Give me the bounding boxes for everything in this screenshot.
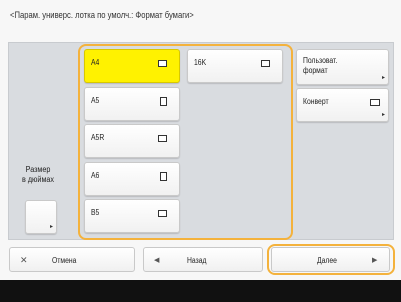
landscape-paper-icon <box>261 60 270 67</box>
envelope-button[interactable]: Конверт ▸ <box>296 88 389 122</box>
custom-format-label-line1: Пользоват. <box>303 56 338 65</box>
status-bar <box>0 280 401 302</box>
paper-size-a5r-label: A5R <box>91 133 105 142</box>
back-label: Назад <box>187 256 207 265</box>
corner-arrow-icon: ▸ <box>49 224 53 230</box>
paper-size-16k-button[interactable]: 16K <box>187 49 283 83</box>
paper-size-a5r-button[interactable]: A5R <box>84 124 180 158</box>
inch-size-label: Размер в дюймах <box>18 165 58 185</box>
inch-size-label-line2: в дюймах <box>21 175 55 184</box>
portrait-paper-icon <box>160 172 167 181</box>
paper-size-a4-label: A4 <box>91 58 100 67</box>
paper-size-a5-button[interactable]: A5 <box>84 87 180 121</box>
portrait-paper-icon <box>160 97 167 106</box>
inch-size-label-line1: Размер <box>25 165 51 174</box>
envelope-label: Конверт <box>303 97 329 106</box>
paper-size-a5-label: A5 <box>91 96 100 105</box>
corner-arrow-icon: ▸ <box>381 75 385 81</box>
back-button[interactable]: ◀ Назад <box>143 247 263 272</box>
landscape-paper-icon <box>158 60 167 67</box>
envelope-icon <box>370 99 380 106</box>
corner-arrow-icon: ▸ <box>381 112 385 118</box>
close-icon: ✕ <box>20 255 28 265</box>
paper-size-16k-label: 16K <box>194 58 207 67</box>
paper-size-b5-label: B5 <box>91 208 100 217</box>
custom-format-label-line2: формат <box>303 66 328 75</box>
paper-size-a4-button[interactable]: A4 <box>84 49 180 83</box>
landscape-paper-icon <box>158 210 167 217</box>
cancel-label: Отмена <box>52 256 77 265</box>
arrow-right-icon: ▶ <box>372 257 378 264</box>
page-title: <Парам. универс. лотка по умолч.: Формат… <box>10 10 194 20</box>
custom-format-button[interactable]: Пользоват. формат ▸ <box>296 49 389 85</box>
landscape-paper-icon <box>158 135 167 142</box>
next-button[interactable]: Далее ▶ <box>271 247 390 272</box>
paper-size-a6-button[interactable]: A6 <box>84 162 180 196</box>
arrow-left-icon: ◀ <box>154 257 160 264</box>
next-label: Далее <box>317 256 337 265</box>
custom-format-label: Пользоват. формат <box>303 56 337 76</box>
inch-size-button[interactable]: ▸ <box>25 200 57 234</box>
paper-size-a6-label: A6 <box>91 171 100 180</box>
paper-size-b5-button[interactable]: B5 <box>84 199 180 233</box>
cancel-button[interactable]: ✕ Отмена <box>9 247 135 272</box>
